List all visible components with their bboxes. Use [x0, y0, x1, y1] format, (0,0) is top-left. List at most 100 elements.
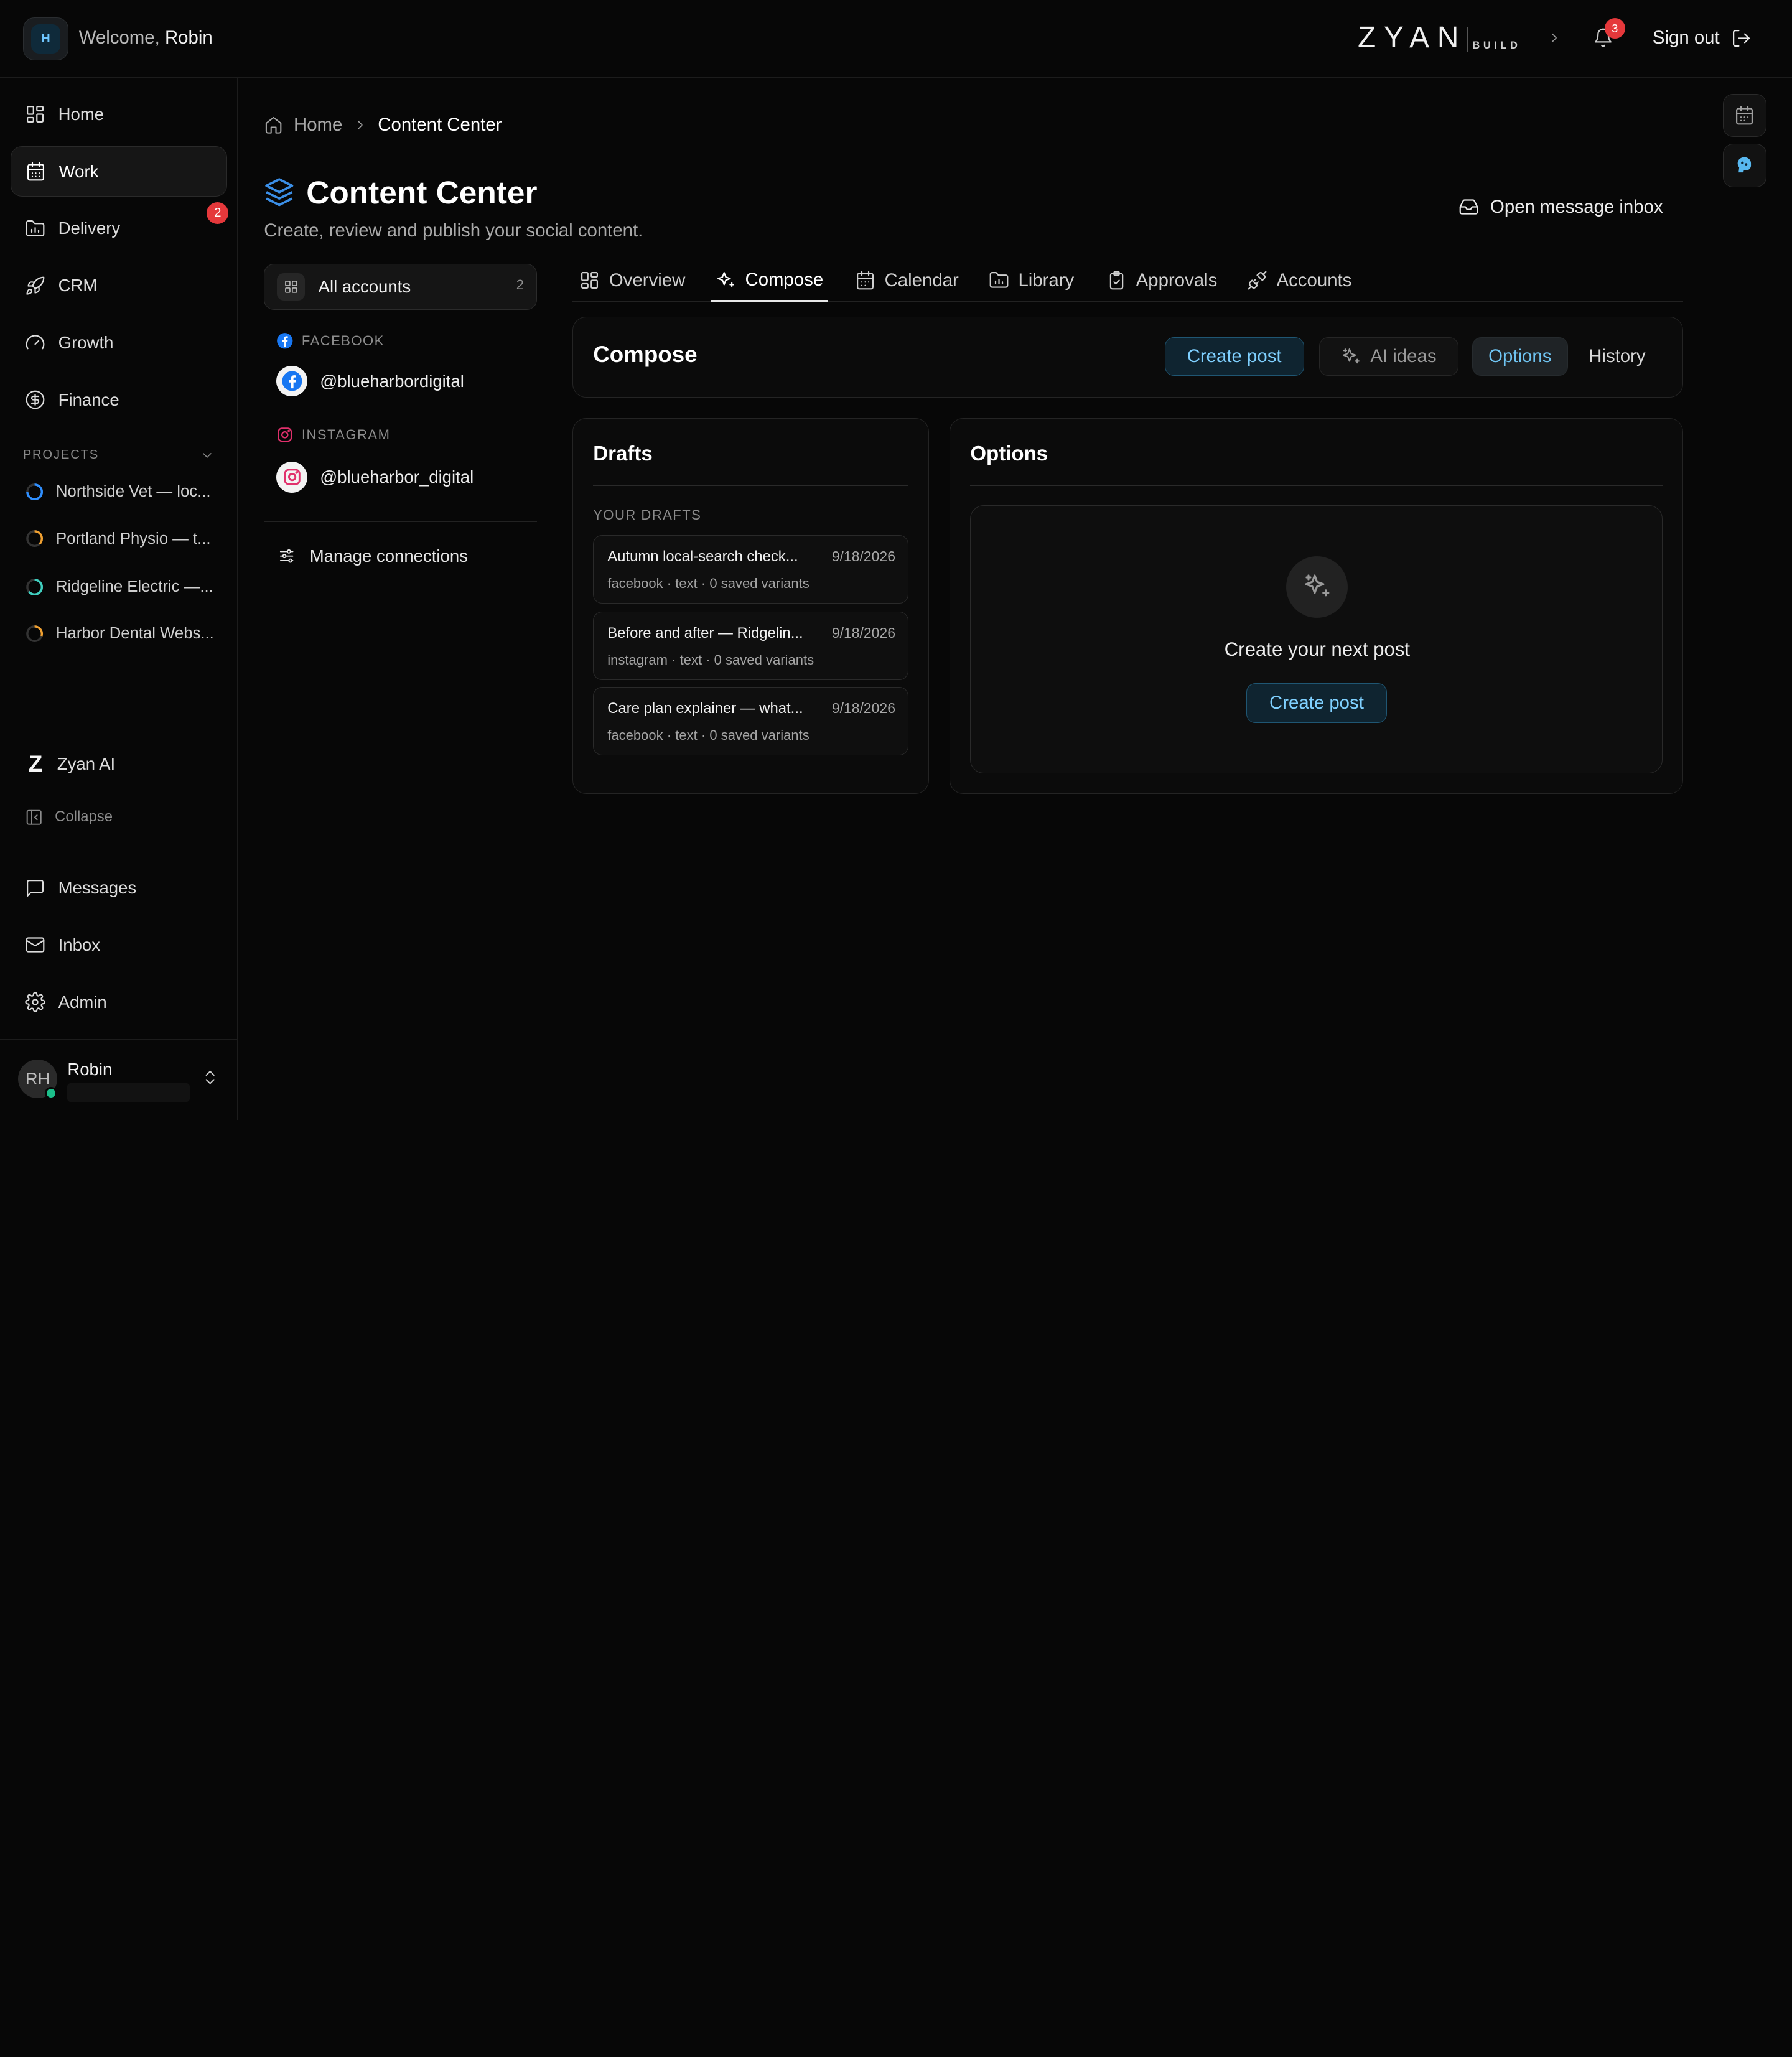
project-item[interactable]: Northside Vet — loc... — [25, 482, 219, 501]
tab-library[interactable]: Library — [984, 261, 1078, 301]
facebook-account-item[interactable]: @blueharbordigital — [276, 365, 464, 397]
ai-ideas-button[interactable]: AI ideas — [1318, 337, 1458, 376]
open-message-inbox-button[interactable]: Open message inbox — [1458, 197, 1663, 218]
chevron-right-icon — [358, 120, 363, 129]
mail-icon — [26, 937, 45, 953]
chevron-down-icon — [203, 453, 212, 458]
welcome-message: Welcome, Robin — [78, 27, 213, 49]
calendar-icon — [27, 162, 45, 181]
grid-icon — [27, 106, 44, 123]
rail-calendar-button[interactable] — [1722, 93, 1766, 138]
sign-out-button[interactable]: Sign out — [1653, 27, 1752, 49]
logout-icon — [1733, 29, 1750, 47]
accounts-count: 2 — [516, 277, 525, 293]
breadcrumb-current: Content Center — [378, 114, 502, 135]
sliders-icon — [280, 549, 294, 563]
chevron-right-icon[interactable] — [1546, 30, 1562, 46]
draft-item[interactable]: Autumn local-search check... 9/18/2026 f… — [593, 534, 909, 604]
zyan-ai-button[interactable]: Z Zyan AI — [25, 751, 116, 777]
facebook-icon — [276, 365, 308, 397]
sidebar-item-growth[interactable]: Growth — [11, 318, 228, 368]
clipboard-check-icon — [1109, 271, 1124, 290]
chevron-up-down-icon[interactable] — [201, 1068, 219, 1086]
breadcrumb: Home Content Center — [264, 114, 502, 136]
page-title: Content Center — [264, 174, 537, 211]
calendar-icon — [856, 271, 874, 290]
tab-compose[interactable]: Compose — [711, 261, 828, 302]
compose-title: Compose — [593, 342, 698, 368]
sidebar-item-messages[interactable]: Messages — [11, 863, 228, 913]
page-subtitle: Create, review and publish your social c… — [264, 220, 643, 241]
collapse-button[interactable]: Collapse — [25, 808, 113, 826]
folder-icon — [26, 220, 45, 236]
online-status-dot — [44, 1086, 57, 1099]
sparkle-icon — [1342, 348, 1360, 363]
top-bar: H Welcome, Robin ZYAN BUILD 3 Sign out — [0, 0, 1792, 78]
instagram-account-item[interactable]: @blueharbor_digital — [276, 462, 474, 493]
breadcrumb-home[interactable]: Home — [294, 114, 342, 136]
tab-accounts[interactable]: Accounts — [1242, 261, 1356, 301]
options-title: Options — [970, 442, 1048, 465]
instagram-section-label: INSTAGRAM — [276, 426, 390, 444]
sidebar-collapse-icon — [27, 809, 42, 825]
rail-ai-brain-button[interactable] — [1722, 144, 1766, 188]
create-post-button[interactable]: Create post — [1164, 337, 1304, 376]
sidebar-item-finance[interactable]: Finance — [11, 375, 228, 425]
history-toggle[interactable]: History — [1577, 337, 1658, 376]
empty-create-post-button[interactable]: Create post — [1246, 683, 1387, 723]
user-menu[interactable]: RH Robin — [18, 1057, 224, 1105]
message-icon — [27, 879, 44, 897]
manage-connections-button[interactable]: Manage connections — [278, 546, 468, 566]
folder-icon — [989, 272, 1009, 289]
home-icon — [266, 116, 282, 134]
app-root: H Welcome, Robin ZYAN BUILD 3 Sign out H… — [0, 0, 1792, 1120]
layers-icon — [265, 178, 294, 207]
inbox-icon — [1459, 199, 1478, 215]
project-item[interactable]: Portland Physio — t... — [25, 529, 219, 548]
facebook-icon — [277, 333, 293, 349]
brain-icon — [1738, 157, 1752, 173]
calendar-icon — [1736, 106, 1753, 125]
empty-state: Create your next post Create post — [970, 505, 1663, 774]
sidebar-item-home[interactable]: Home — [11, 89, 228, 139]
progress-ring-icon — [26, 483, 44, 501]
tab-calendar[interactable]: Calendar — [850, 261, 963, 301]
sidebar-item-work[interactable]: Work — [10, 146, 228, 197]
notification-badge: 3 — [1604, 18, 1625, 39]
content-tabs: Overview Compose Calendar Library Approv… — [572, 261, 1684, 302]
gauge-icon — [26, 335, 45, 350]
instagram-icon — [276, 462, 308, 493]
project-item[interactable]: Harbor Dental Webs... — [25, 624, 219, 643]
draft-item[interactable]: Care plan explainer — what... 9/18/2026 … — [593, 686, 909, 756]
sidebar-item-crm[interactable]: CRM — [11, 261, 228, 311]
facebook-section-label: FACEBOOK — [276, 332, 384, 350]
your-drafts-label: YOUR DRAFTS — [593, 507, 702, 523]
projects-header[interactable]: PROJECTS — [23, 448, 215, 463]
draft-item[interactable]: Before and after — Ridgelin... 9/18/2026… — [593, 611, 909, 680]
workspace-avatar[interactable]: H — [22, 17, 69, 61]
brand-logo[interactable]: ZYAN BUILD — [1358, 22, 1521, 53]
progress-ring-icon — [26, 625, 44, 642]
sidebar-item-inbox[interactable]: Inbox — [11, 920, 228, 971]
welcome-user-name: Robin — [164, 27, 213, 49]
tab-overview[interactable]: Overview — [575, 261, 690, 301]
progress-ring-icon — [26, 578, 44, 595]
user-email-redacted — [67, 1083, 190, 1102]
sidebar-item-admin[interactable]: Admin — [11, 977, 228, 1027]
grid-icon — [581, 272, 599, 289]
tab-approvals[interactable]: Approvals — [1102, 261, 1222, 301]
plug-icon — [1248, 271, 1267, 290]
gear-icon — [25, 992, 46, 1012]
progress-ring-icon — [26, 530, 44, 548]
instagram-icon — [278, 427, 292, 442]
sparkle-icon — [717, 271, 734, 287]
sparkle-icon — [1286, 556, 1348, 618]
sidebar-item-delivery[interactable]: Delivery — [11, 203, 228, 254]
empty-state-text: Create your next post — [1224, 638, 1411, 660]
dollar-icon — [26, 390, 45, 409]
all-accounts-filter[interactable]: All accounts 2 — [264, 264, 538, 310]
options-toggle[interactable]: Options — [1472, 337, 1568, 376]
drafts-title: Drafts — [593, 442, 653, 465]
project-item[interactable]: Ridgeline Electric —... — [25, 577, 219, 597]
right-rail — [1708, 77, 1792, 1120]
